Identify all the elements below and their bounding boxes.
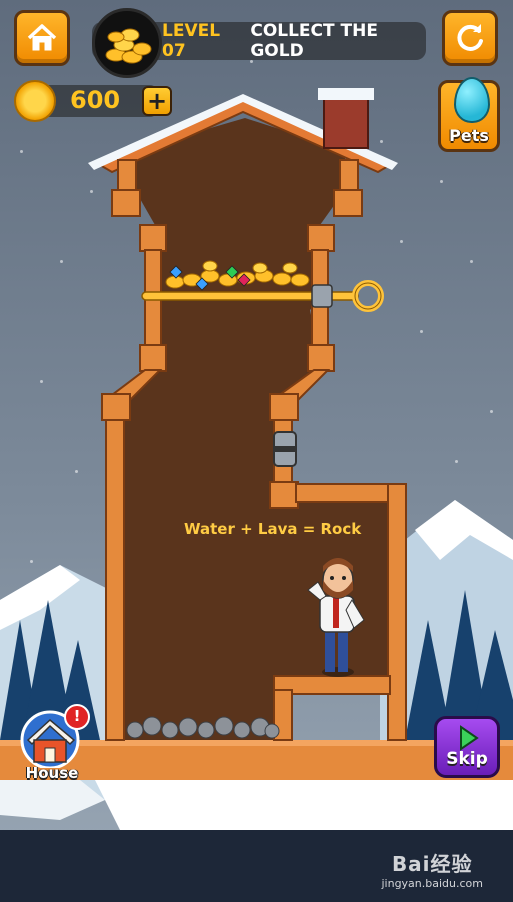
snow-bank [95,780,513,830]
mission-title: COLLECT THE GOLD [250,21,378,61]
coin-amount: 600 [70,86,121,114]
level-label: LEVEL 07 [162,21,221,61]
restart-button[interactable] [442,10,498,66]
wall-left-lower [105,419,125,741]
gold-pile-icon [92,8,162,78]
coin-counter: 600 + [14,80,174,122]
hint-text: Water + Lava = Rock [184,520,362,538]
home-icon [27,24,57,51]
chimney [323,95,369,149]
ledge-top [295,483,391,503]
watermark-brand: Bai经验 [391,852,473,876]
home-button[interactable] [14,10,70,66]
coin-icon [14,80,56,122]
egg-icon [454,77,490,123]
house-label: House [25,764,79,782]
pets-button[interactable]: Pets [438,77,500,152]
house-button[interactable]: ! House [14,704,90,782]
watermark-url: jingyan.baidu.com [381,877,483,890]
house-alert-badge: ! [64,704,90,730]
skip-button[interactable]: Skip [434,716,500,778]
wall-right-lower [387,483,407,741]
skip-label: Skip [446,749,488,769]
add-coins-button[interactable]: + [142,86,172,116]
watermark: Bai经验 jingyan.baidu.com [381,848,483,890]
pets-label: Pets [449,126,489,145]
restart-icon [457,24,483,51]
